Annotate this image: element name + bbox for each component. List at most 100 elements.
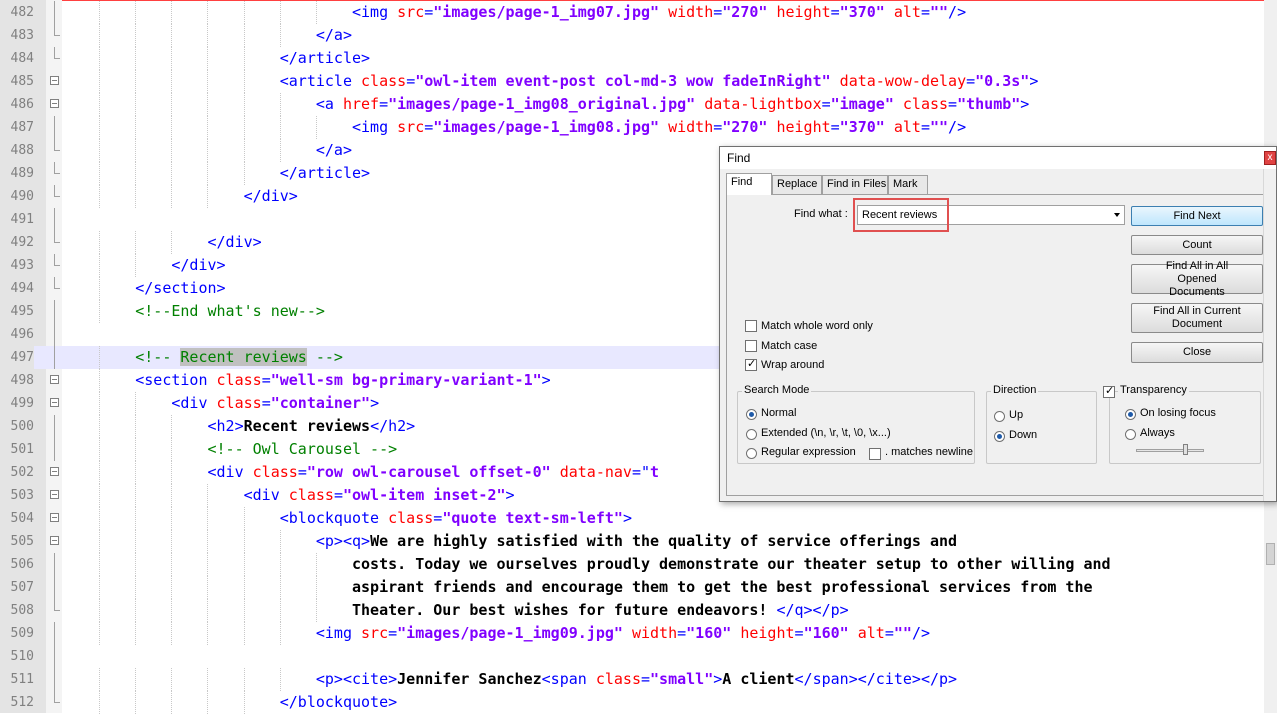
extended-mode-radio[interactable] <box>746 429 757 440</box>
code-line[interactable]: 511 <p><cite>Jennifer Sanchez<span class… <box>0 668 1277 691</box>
line-number: 510 <box>10 649 34 664</box>
code-text: <!--End what's new--> <box>135 302 325 320</box>
code-text: </div> <box>207 233 262 251</box>
code-line[interactable]: 485 <article class="owl-item event-post … <box>0 70 1277 93</box>
indent-guide <box>207 668 209 691</box>
wrap-around-checkbox[interactable] <box>745 357 757 371</box>
code-line[interactable]: 482 <img src="images/page-1_img07.jpg" w… <box>0 1 1277 24</box>
dialog-titlebar[interactable]: Find x <box>720 147 1276 169</box>
fold-toggle-icon[interactable] <box>50 467 59 476</box>
code-line[interactable]: 483 </a> <box>0 24 1277 47</box>
code-text: <p><q>We are highly satisfied with the q… <box>315 532 958 550</box>
fold-toggle-icon[interactable] <box>50 375 59 384</box>
code-line[interactable]: 510 <box>0 645 1277 668</box>
count-button[interactable]: Count <box>1131 235 1263 255</box>
match-whole-word-checkbox[interactable] <box>745 320 757 332</box>
tab-find-in-files[interactable]: Find in Files <box>822 175 888 194</box>
indent-guide <box>207 93 209 116</box>
indent-guide <box>99 484 101 507</box>
find-next-button[interactable]: Find Next <box>1131 206 1263 226</box>
find-all-opened-button[interactable]: Find All in All Opened Documents <box>1131 260 1263 298</box>
scrollbar-thumb[interactable] <box>1266 543 1275 565</box>
always-radio[interactable] <box>1125 429 1136 440</box>
transparency-slider-thumb[interactable] <box>1183 444 1189 455</box>
indent-guide <box>207 507 209 530</box>
extended-mode-label: Extended (\n, \r, \t, \0, \x...) <box>761 427 891 439</box>
fold-toggle-icon[interactable] <box>50 76 59 85</box>
indent-guide <box>99 461 101 484</box>
indent-guide <box>99 300 101 323</box>
direction-title: Direction <box>991 384 1039 396</box>
indent-guide <box>99 139 101 162</box>
tab-replace[interactable]: Replace <box>772 175 822 194</box>
fold-line-marker <box>54 645 55 668</box>
fold-toggle-icon[interactable] <box>50 513 59 522</box>
find-what-label: Find what : <box>794 208 848 220</box>
line-number: 493 <box>10 258 34 273</box>
code-line[interactable]: 504 <blockquote class="quote text-sm-lef… <box>0 507 1277 530</box>
indent-guide <box>171 116 173 139</box>
line-number: 505 <box>10 534 34 549</box>
indent-guide <box>171 668 173 691</box>
find-dialog: Find x Find Replace Find in Files Mark F… <box>719 146 1277 502</box>
line-number: 497 <box>0 346 34 369</box>
line-number: 507 <box>10 580 34 595</box>
direction-down-radio[interactable] <box>994 431 1005 442</box>
line-number: 485 <box>10 74 34 89</box>
normal-mode-radio[interactable] <box>746 409 757 420</box>
find-all-current-button[interactable]: Find All in Current Document <box>1131 303 1263 333</box>
indent-guide <box>243 70 245 93</box>
tab-find[interactable]: Find <box>726 173 772 195</box>
indent-guide <box>171 70 173 93</box>
fold-toggle-icon[interactable] <box>50 99 59 108</box>
code-line[interactable]: 512 </blockquote> <box>0 691 1277 714</box>
fold-toggle-icon[interactable] <box>50 536 59 545</box>
fold-end-marker <box>54 24 60 36</box>
code-line[interactable]: 507 aspirant friends and encourage them … <box>0 576 1277 599</box>
line-number: 503 <box>10 488 34 503</box>
line-number: 496 <box>10 327 34 342</box>
on-losing-focus-radio[interactable] <box>1125 409 1136 420</box>
code-line[interactable]: 484 </article> <box>0 47 1277 70</box>
code-line[interactable]: 486 <a href="images/page-1_img08_origina… <box>0 93 1277 116</box>
code-text: <blockquote class="quote text-sm-left"> <box>279 509 632 527</box>
fold-end-marker <box>54 47 60 59</box>
indent-guide <box>243 668 245 691</box>
transparency-slider-track[interactable] <box>1136 449 1204 452</box>
indent-guide <box>99 668 101 691</box>
indent-guide <box>99 507 101 530</box>
indent-guide <box>135 70 137 93</box>
indent-guide <box>99 392 101 415</box>
code-line[interactable]: 505 <p><q>We are highly satisfied with t… <box>0 530 1277 553</box>
direction-up-radio[interactable] <box>994 411 1005 422</box>
indent-guide <box>279 93 281 116</box>
fold-toggle-icon[interactable] <box>50 490 59 499</box>
indent-guide <box>315 576 317 599</box>
code-line[interactable]: 506 costs. Today we ourselves proudly de… <box>0 553 1277 576</box>
tab-mark[interactable]: Mark <box>888 175 928 194</box>
indent-guide <box>279 116 281 139</box>
wrap-around-label: Wrap around <box>761 359 825 371</box>
indent-guide <box>99 231 101 254</box>
dot-matches-newline-checkbox[interactable] <box>869 448 881 460</box>
code-line[interactable]: 509 <img src="images/page-1_img09.jpg" w… <box>0 622 1277 645</box>
fold-line-marker <box>54 346 55 369</box>
line-number: 500 <box>10 419 34 434</box>
close-button[interactable]: Close <box>1131 342 1263 363</box>
indent-guide <box>315 1 317 24</box>
close-icon[interactable]: x <box>1264 151 1276 165</box>
code-text: <img src="images/page-1_img07.jpg" width… <box>351 3 967 21</box>
fold-toggle-icon[interactable] <box>50 398 59 407</box>
indent-guide <box>135 484 137 507</box>
fold-end-marker <box>54 691 60 703</box>
code-line[interactable]: 487 <img src="images/page-1_img08.jpg" w… <box>0 116 1277 139</box>
chevron-down-icon[interactable] <box>1114 213 1120 217</box>
code-line[interactable]: 508 Theater. Our best wishes for future … <box>0 599 1277 622</box>
transparency-checkbox[interactable] <box>1103 384 1115 398</box>
regex-mode-radio[interactable] <box>746 448 757 459</box>
code-text: <article class="owl-item event-post col-… <box>279 72 1039 90</box>
search-mode-group: Search Mode Normal Extended (\n, \r, \t,… <box>737 384 975 464</box>
indent-guide <box>99 254 101 277</box>
match-case-checkbox[interactable] <box>745 340 757 352</box>
indent-guide <box>279 1 281 24</box>
